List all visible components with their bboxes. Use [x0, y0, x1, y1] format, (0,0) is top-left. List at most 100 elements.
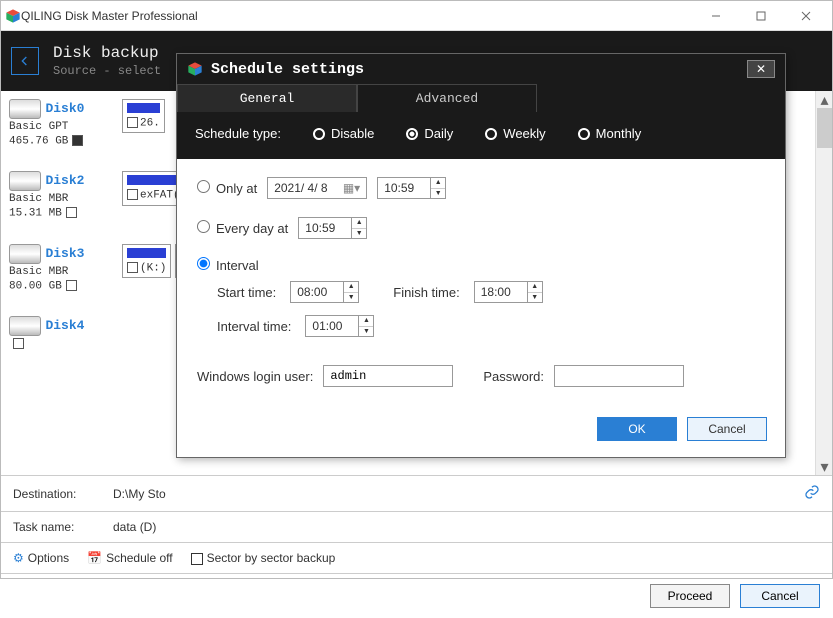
radio-weekly[interactable]: Weekly [485, 126, 545, 141]
taskname-row: Task name: data (D) [1, 511, 832, 542]
minimize-button[interactable] [693, 2, 738, 30]
dialog-tabs: General Advanced [177, 84, 785, 112]
disk-type: Basic MBR [9, 193, 114, 205]
disk-size [9, 338, 114, 350]
only-at-row: Only at 2021/ 4/ 8▦▾ 10:59 ▲▼ [197, 177, 765, 199]
only-at-date-input[interactable]: 2021/ 4/ 8▦▾ [267, 177, 367, 199]
disk-type: Basic GPT [9, 121, 114, 133]
dialog-title: Schedule settings [211, 61, 747, 78]
disk-name: Disk3 [45, 246, 84, 261]
partition[interactable]: (K:) [122, 244, 171, 278]
disk-name: Disk4 [45, 318, 84, 333]
spin-up-icon[interactable]: ▲ [431, 178, 445, 189]
radio-every-day[interactable]: Every day at [197, 220, 288, 236]
disk-checkbox[interactable] [13, 338, 24, 349]
checkbox-icon [191, 553, 203, 565]
finish-time-input[interactable]: 18:00 ▲▼ [474, 281, 543, 303]
dialog-close-button[interactable]: ✕ [747, 60, 775, 78]
spin-up-icon[interactable]: ▲ [359, 316, 373, 327]
every-day-time-input[interactable]: 10:59 ▲▼ [298, 217, 367, 239]
schedule-type-label: Schedule type: [195, 126, 281, 141]
header-title: Disk backup [53, 44, 161, 62]
radio-only-at[interactable]: Only at [197, 180, 257, 196]
spin-down-icon[interactable]: ▼ [352, 229, 366, 239]
gear-icon: ⚙ [13, 551, 24, 565]
close-button[interactable] [783, 2, 828, 30]
calendar-dropdown-icon: ▦▾ [343, 181, 360, 195]
scroll-thumb[interactable] [817, 108, 832, 148]
disk-icon [9, 244, 41, 264]
disk-icon [9, 316, 41, 336]
start-time-label: Start time: [217, 285, 276, 300]
taskname-value: data (D) [113, 520, 156, 534]
disk-icon [9, 99, 41, 119]
proceed-button[interactable]: Proceed [650, 584, 730, 608]
start-time-input[interactable]: 08:00 ▲▼ [290, 281, 359, 303]
link-icon[interactable] [804, 484, 820, 503]
spin-down-icon[interactable]: ▼ [431, 189, 445, 199]
radio-interval[interactable]: Interval [197, 257, 259, 273]
window-title: QILING Disk Master Professional [21, 9, 693, 23]
disk-size: 80.00 GB [9, 280, 114, 292]
disk-type: Basic MBR [9, 266, 114, 278]
dialog-footer: OK Cancel [177, 405, 785, 457]
disk-size: 465.76 GB [9, 135, 114, 147]
maximize-button[interactable] [738, 2, 783, 30]
dialog-body: Only at 2021/ 4/ 8▦▾ 10:59 ▲▼ Every day … [177, 159, 785, 405]
schedule-settings-dialog: Schedule settings ✕ General Advanced Sch… [176, 53, 786, 458]
login-user-input[interactable] [323, 365, 453, 387]
app-logo-icon [5, 8, 21, 24]
spin-down-icon[interactable]: ▼ [528, 293, 542, 303]
schedule-link[interactable]: 📅Schedule off [87, 551, 172, 565]
finish-time-label: Finish time: [393, 285, 459, 300]
destination-row: Destination: D:\My Sto [1, 475, 832, 511]
titlebar: QILING Disk Master Professional [1, 1, 832, 31]
ok-button[interactable]: OK [597, 417, 677, 441]
dialog-logo-icon [187, 61, 203, 77]
spin-down-icon[interactable]: ▼ [344, 293, 358, 303]
partition[interactable]: 26. [122, 99, 165, 133]
spin-down-icon[interactable]: ▼ [359, 327, 373, 337]
interval-time-row: Interval time: 01:00 ▲▼ [217, 315, 765, 337]
radio-monthly[interactable]: Monthly [578, 126, 642, 141]
password-input[interactable] [554, 365, 684, 387]
tab-advanced[interactable]: Advanced [357, 84, 537, 112]
login-user-label: Windows login user: [197, 369, 313, 384]
spin-up-icon[interactable]: ▲ [344, 282, 358, 293]
disk-size: 15.31 MB [9, 207, 114, 219]
interval-time-label: Interval time: [217, 319, 291, 334]
scroll-up-icon[interactable]: ▴ [816, 91, 832, 108]
tab-general[interactable]: General [177, 84, 357, 112]
header-subtitle: Source - select [53, 64, 161, 78]
radio-disable[interactable]: Disable [313, 126, 374, 141]
login-row: Windows login user: Password: [197, 365, 765, 387]
dialog-cancel-button[interactable]: Cancel [687, 417, 767, 441]
scrollbar[interactable]: ▴ ▾ [815, 91, 832, 475]
options-link[interactable]: ⚙Options [13, 551, 69, 565]
disk-checkbox[interactable] [66, 280, 77, 291]
back-icon[interactable] [11, 47, 39, 75]
interval-time-input[interactable]: 01:00 ▲▼ [305, 315, 374, 337]
schedule-type-row: Schedule type: Disable Daily Weekly Mont… [177, 112, 785, 159]
scroll-down-icon[interactable]: ▾ [816, 458, 832, 475]
radio-daily[interactable]: Daily [406, 126, 453, 141]
options-row: ⚙Options 📅Schedule off Sector by sector … [1, 542, 832, 573]
taskname-label: Task name: [13, 520, 103, 534]
destination-label: Destination: [13, 487, 103, 501]
destination-value: D:\My Sto [113, 487, 166, 501]
interval-row: Interval [197, 257, 765, 273]
spin-up-icon[interactable]: ▲ [352, 218, 366, 229]
disk-icon [9, 171, 41, 191]
action-row: Proceed Cancel [1, 573, 832, 618]
cancel-button[interactable]: Cancel [740, 584, 820, 608]
only-at-time-input[interactable]: 10:59 ▲▼ [377, 177, 446, 199]
disk-checkbox[interactable] [66, 207, 77, 218]
disk-checkbox[interactable] [72, 135, 83, 146]
sector-checkbox[interactable]: Sector by sector backup [191, 551, 336, 565]
password-label: Password: [483, 369, 544, 384]
spin-up-icon[interactable]: ▲ [528, 282, 542, 293]
disk-name: Disk2 [45, 173, 84, 188]
partition-row: 26. [122, 99, 165, 133]
disk-name: Disk0 [45, 101, 84, 116]
calendar-icon: 📅 [87, 551, 102, 565]
